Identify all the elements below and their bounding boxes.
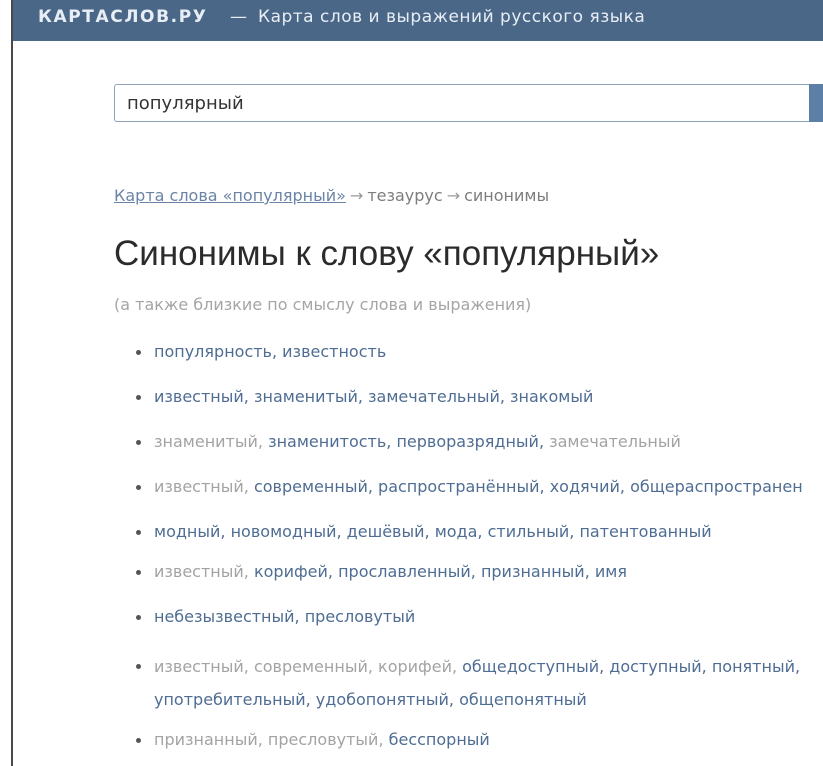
window-left-edge xyxy=(0,0,11,766)
synonym-separator: , xyxy=(584,562,595,581)
synonym-separator: , xyxy=(569,522,580,541)
synonym-group: известный, знаменитый, замечательный, зн… xyxy=(135,385,593,409)
site-tagline: Карта слов и выражений русского языка xyxy=(258,7,646,27)
synonym-separator: , xyxy=(448,690,460,709)
synonym-separator: , xyxy=(499,387,511,406)
synonym-separator: , xyxy=(599,657,610,676)
synonym-link[interactable]: доступный xyxy=(609,657,701,676)
synonym-link[interactable]: замечательный xyxy=(368,387,500,406)
synonym-link[interactable]: дешёвый xyxy=(347,522,425,541)
synonym-group: признанный, пресловутый, бесспорный xyxy=(136,728,490,752)
synonym-link[interactable]: популярность xyxy=(154,342,272,361)
synonym-link[interactable]: употребительный xyxy=(154,690,306,709)
synonym-link[interactable]: общедоступный xyxy=(462,657,599,676)
synonym-group: знаменитый, знаменитость, перворазрядный… xyxy=(136,430,681,454)
window-border xyxy=(11,0,13,766)
synonym-link[interactable]: современный xyxy=(254,657,368,676)
synonym-separator: , xyxy=(424,522,435,541)
synonym-separator: , xyxy=(336,522,347,541)
synonym-link[interactable]: имя xyxy=(595,562,627,581)
synonym-group: известный, современный, корифей, общедос… xyxy=(136,650,823,716)
synonym-link[interactable]: прославленный xyxy=(338,562,471,581)
synonym-link[interactable]: модный xyxy=(154,522,220,541)
synonym-group: небезызвестный, пресловутый xyxy=(135,605,416,629)
synonym-link[interactable]: пресловутый xyxy=(305,607,416,626)
synonym-separator: , xyxy=(470,562,481,581)
breadcrumb-word-map-link[interactable]: Карта слова «популярный» xyxy=(114,186,346,205)
breadcrumb-arrow: → xyxy=(349,186,364,205)
synonym-link[interactable]: известный xyxy=(154,657,244,676)
synonym-separator: , xyxy=(619,477,631,496)
synonym-separator: , xyxy=(701,657,712,676)
synonym-separator: , xyxy=(795,657,801,676)
synonym-separator: , xyxy=(243,387,254,406)
synonym-separator: , xyxy=(271,342,283,361)
synonym-link[interactable]: удобопонятный xyxy=(316,690,449,709)
synonym-separator: , xyxy=(257,432,269,451)
synonym-link[interactable]: знаменитость xyxy=(268,432,386,451)
synonym-link[interactable]: перворазрядный xyxy=(396,432,538,451)
synonym-separator: , xyxy=(367,477,379,496)
page-subtitle: (а также близкие по смыслу слова и выраж… xyxy=(114,295,532,314)
synonym-link[interactable]: ходячий xyxy=(550,477,620,496)
synonym-separator: , xyxy=(327,562,339,581)
synonym-link[interactable]: распространённый xyxy=(378,477,540,496)
synonym-separator: , xyxy=(477,522,488,541)
header-separator: — xyxy=(230,7,247,27)
synonym-separator: , xyxy=(538,432,550,451)
synonym-link[interactable]: признанный xyxy=(154,730,258,749)
synonym-separator: , xyxy=(305,690,316,709)
synonym-link[interactable]: знаменитый xyxy=(154,432,258,451)
synonym-separator: , xyxy=(294,607,305,626)
synonym-separator: , xyxy=(257,730,268,749)
synonym-link[interactable]: понятный xyxy=(712,657,795,676)
synonym-link[interactable]: известный xyxy=(154,562,244,581)
synonym-separator: , xyxy=(378,730,389,749)
synonym-link[interactable]: современный xyxy=(254,477,368,496)
synonym-link[interactable]: известный xyxy=(154,477,244,496)
synonym-separator: , xyxy=(243,657,254,676)
synonym-separator: , xyxy=(367,657,379,676)
synonym-group: известный, корифей, прославленный, призн… xyxy=(136,560,627,584)
breadcrumb: Карта слова «популярный» → тезаурус → синони… xyxy=(114,186,549,205)
synonym-link[interactable]: небезызвестный xyxy=(154,607,295,626)
synonym-link[interactable]: общепонятный xyxy=(459,690,587,709)
search-input[interactable] xyxy=(114,84,809,122)
breadcrumb-synonyms: синонимы xyxy=(464,186,550,205)
synonym-group: модный, новомодный, дешёвый, мода, стиль… xyxy=(136,520,712,544)
breadcrumb-arrow: → xyxy=(446,186,461,205)
synonym-separator: , xyxy=(451,657,463,676)
synonym-link[interactable]: патентованный xyxy=(579,522,711,541)
synonym-link[interactable]: пресловутый xyxy=(268,730,379,749)
synonym-link[interactable]: мода xyxy=(435,522,478,541)
synonym-link[interactable]: известный xyxy=(154,387,244,406)
synonym-link[interactable]: корифей xyxy=(254,562,328,581)
synonym-link[interactable]: корифей xyxy=(378,657,452,676)
site-logo-link[interactable]: КАРТАСЛОВ.РУ xyxy=(38,7,208,27)
synonym-link[interactable]: общераспространен xyxy=(630,477,803,496)
synonym-link[interactable]: новомодный xyxy=(231,522,337,541)
synonym-group: популярность, известность xyxy=(135,340,386,364)
synonym-separator: , xyxy=(243,562,254,581)
synonym-link[interactable]: известность xyxy=(282,342,386,361)
synonym-separator: , xyxy=(539,477,550,496)
synonym-separator: , xyxy=(357,387,369,406)
synonym-group: известный, современный, распространённый… xyxy=(136,475,803,499)
synonym-link[interactable]: бесспорный xyxy=(389,730,490,749)
breadcrumb-thesaurus: тезаурус xyxy=(367,186,443,205)
synonym-link[interactable]: знакомый xyxy=(510,387,593,406)
synonym-link[interactable]: признанный xyxy=(481,562,585,581)
synonym-separator: , xyxy=(243,477,254,496)
search-button[interactable] xyxy=(809,84,823,122)
synonym-separator: , xyxy=(386,432,397,451)
synonym-link[interactable]: знаменитый xyxy=(254,387,358,406)
synonym-link[interactable]: стильный xyxy=(488,522,570,541)
synonym-separator: , xyxy=(220,522,231,541)
synonym-link[interactable]: замечательный xyxy=(549,432,681,451)
site-header: КАРТАСЛОВ.РУ — Карта слов и выражений ру… xyxy=(13,0,823,41)
page-title: Синонимы к слову «популярный» xyxy=(114,234,660,273)
